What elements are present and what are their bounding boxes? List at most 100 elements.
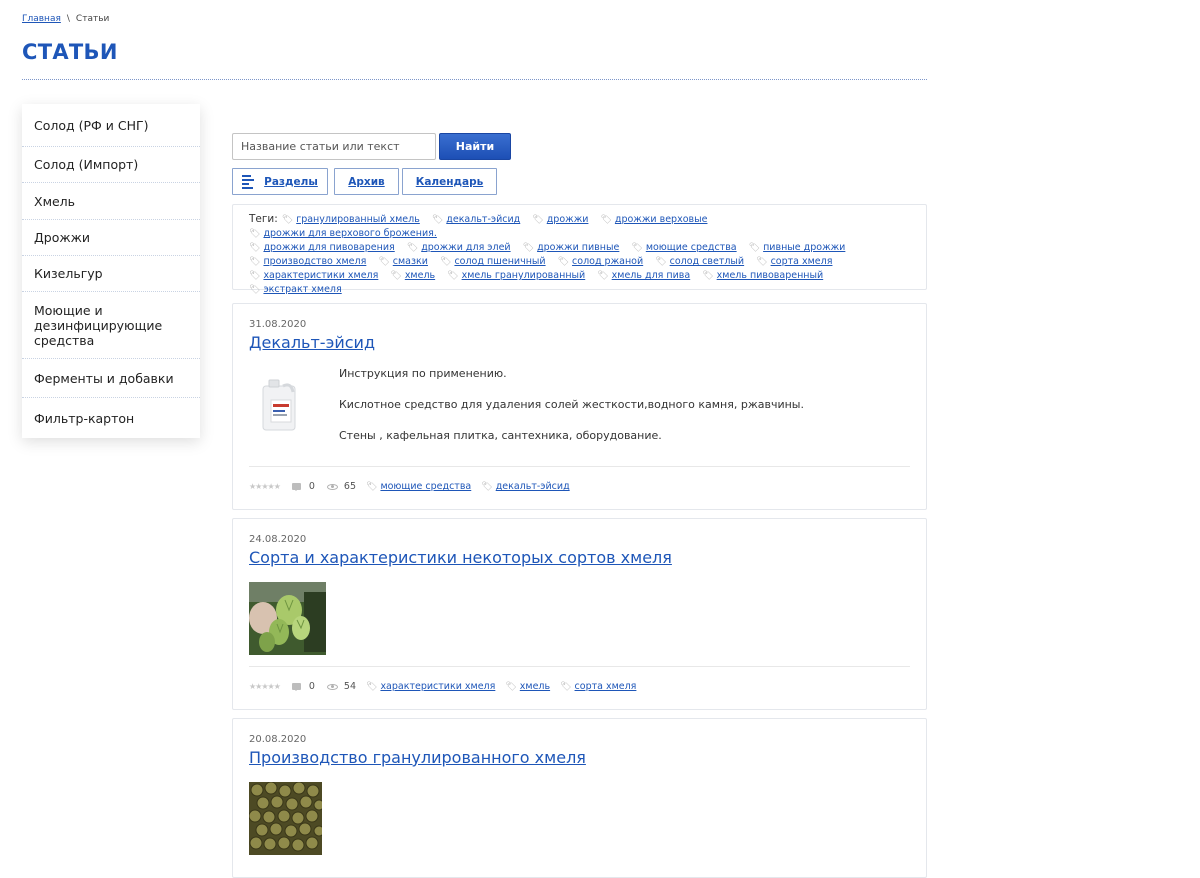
tag-icon: 🏷 <box>440 257 452 267</box>
article-thumbnail-hop-pellets[interactable] <box>249 782 322 855</box>
tag-item: 🏷 солод светлый <box>655 256 744 267</box>
star-icon[interactable]: ★★★★★ <box>249 482 281 491</box>
tag-link[interactable]: характеристики хмеля <box>263 270 378 281</box>
sidebar-menu: Солод (РФ и СНГ) Солод (Импорт) Хмель Др… <box>22 104 200 438</box>
tag-link[interactable]: дрожжи <box>547 214 589 225</box>
tag-item: 🏷 дрожжи для элей <box>407 242 511 253</box>
tab-label: Календарь <box>415 175 484 188</box>
tag-item: 🏷 моющие средства <box>631 242 736 253</box>
star-icon[interactable]: ★★★★★ <box>249 682 281 691</box>
tag-link[interactable]: хмель пивоваренный <box>717 270 824 281</box>
sidebar-item-label: Хмель <box>34 193 76 209</box>
tag-link[interactable]: смазки <box>393 256 428 267</box>
tag-item: 🏷 хмель <box>390 270 435 281</box>
tag-item: 🏷 дрожжи пивные <box>523 242 620 253</box>
tag-link[interactable]: дрожжи для элей <box>421 242 510 253</box>
article-tag-link[interactable]: сорта хмеля <box>575 681 637 692</box>
tag-link[interactable]: хмель для пива <box>612 270 691 281</box>
article-date: 31.08.2020 <box>249 319 307 330</box>
tag-link[interactable]: хмель <box>405 270 435 281</box>
tag-link[interactable]: декальт-эйсид <box>446 214 520 225</box>
article-tag: 🏷 сорта хмеля <box>560 681 636 692</box>
article-thumbnail-canister[interactable] <box>249 374 311 436</box>
article-title-link[interactable]: Производство гранулированного хмеля <box>249 748 586 767</box>
tag-link[interactable]: солод ржаной <box>572 256 643 267</box>
tag-icon: 🏷 <box>597 271 609 281</box>
tag-item: 🏷 солод ржаной <box>558 256 644 267</box>
tag-link[interactable]: солод светлый <box>670 256 744 267</box>
article-title-link[interactable]: Сорта и характеристики некоторых сортов … <box>249 548 672 567</box>
article-tag-link[interactable]: моющие средства <box>380 481 471 492</box>
sidebar-item-kieselguhr[interactable]: Кизельгур <box>22 256 200 292</box>
sidebar-item-malt-import[interactable]: Солод (Импорт) <box>22 147 200 183</box>
tag-item: 🏷 дрожжи для верхового брожения. <box>249 228 437 239</box>
sidebar-item-malt-rf[interactable]: Солод (РФ и СНГ) <box>22 104 200 147</box>
tag-icon: 🏷 <box>532 215 544 225</box>
tag-icon: 🏷 <box>249 271 261 281</box>
sidebar-item-label: Ферменты и добавки <box>34 370 174 386</box>
tab-archive[interactable]: Архив <box>334 168 399 195</box>
canister-image <box>249 374 311 436</box>
tags-label: Теги: <box>249 213 278 225</box>
sidebar-item-hops[interactable]: Хмель <box>22 183 200 220</box>
tag-item: 🏷 сорта хмеля <box>756 256 832 267</box>
article-thumbnail-hops[interactable] <box>249 582 326 655</box>
sidebar-item-label: Фильтр-картон <box>34 410 135 426</box>
tag-link[interactable]: солод пшеничный <box>454 256 545 267</box>
tag-icon: 🏷 <box>702 271 714 281</box>
tag-link[interactable]: дрожжи пивные <box>537 242 619 253</box>
tag-icon: 🏷 <box>522 243 535 253</box>
title-divider <box>22 79 927 80</box>
list-icon <box>242 173 255 191</box>
tag-link[interactable]: моющие средства <box>646 242 737 253</box>
tag-link[interactable]: сорта хмеля <box>771 256 833 267</box>
search-input[interactable] <box>232 133 436 160</box>
tag-link[interactable]: хмель гранулированный <box>462 270 586 281</box>
sidebar-item-label: Солод (РФ и СНГ) <box>34 117 149 133</box>
article-title-link[interactable]: Декальт-эйсид <box>249 333 375 352</box>
tab-label: Разделы <box>264 175 318 188</box>
comment-icon <box>291 483 301 491</box>
tag-icon: 🏷 <box>481 482 493 492</box>
eye-icon <box>326 683 338 690</box>
tag-icon: 🏷 <box>249 243 261 253</box>
excerpt-line: Инструкция по применению. <box>339 367 507 380</box>
tag-icon: 🏷 <box>249 257 261 267</box>
article-tag: 🏷 моющие средства <box>366 481 471 492</box>
sidebar-item-enzymes[interactable]: Ферменты и добавки <box>22 359 200 398</box>
tag-icon: 🏷 <box>378 257 390 267</box>
hop-pellets-image <box>249 782 322 855</box>
sidebar-item-label: Солод (Импорт) <box>34 157 139 172</box>
tag-link[interactable]: гранулированный хмель <box>296 214 420 225</box>
card-divider <box>249 466 910 467</box>
breadcrumb-separator: \ <box>66 14 70 24</box>
sidebar-item-label: Дрожжи <box>34 230 90 245</box>
tab-calendar[interactable]: Календарь <box>402 168 497 195</box>
sidebar-item-filter-sheets[interactable]: Фильтр-картон <box>22 398 200 438</box>
card-divider <box>249 666 910 667</box>
sidebar-item-yeast[interactable]: Дрожжи <box>22 220 200 256</box>
tag-link[interactable]: дрожжи верховые <box>615 214 708 225</box>
article-tag-link[interactable]: хмель <box>520 681 550 692</box>
view-count: 65 <box>343 481 356 492</box>
comment-count: 0 <box>308 681 315 692</box>
tag-link[interactable]: экстракт хмеля <box>263 284 341 295</box>
article-tag: 🏷 характеристики хмеля <box>366 681 495 692</box>
tag-link[interactable]: производство хмеля <box>263 256 366 267</box>
search-button[interactable]: Найти <box>439 133 511 160</box>
tag-link[interactable]: дрожжи для верхового брожения. <box>263 228 436 239</box>
excerpt-line: Кислотное средство для удаления солей же… <box>339 398 804 411</box>
article-tag: 🏷 декальт-эйсид <box>481 481 569 492</box>
breadcrumb-home-link[interactable]: Главная <box>22 14 61 24</box>
article-tag-link[interactable]: декальт-эйсид <box>496 481 570 492</box>
tag-link[interactable]: дрожжи для пивоварения <box>263 242 394 253</box>
article-tag-link[interactable]: характеристики хмеля <box>380 681 495 692</box>
tag-item: 🏷 характеристики хмеля <box>249 270 378 281</box>
sidebar-item-label: Кизельгур <box>34 266 103 281</box>
tag-icon: 🏷 <box>560 682 572 692</box>
comment-icon <box>291 683 301 691</box>
sidebar-item-detergents[interactable]: Моющие и дезинфицирующие средства <box>22 292 200 359</box>
tag-link[interactable]: пивные дрожжи <box>763 242 845 253</box>
tag-icon: 🏷 <box>406 243 419 253</box>
tab-sections[interactable]: Разделы <box>232 168 328 195</box>
